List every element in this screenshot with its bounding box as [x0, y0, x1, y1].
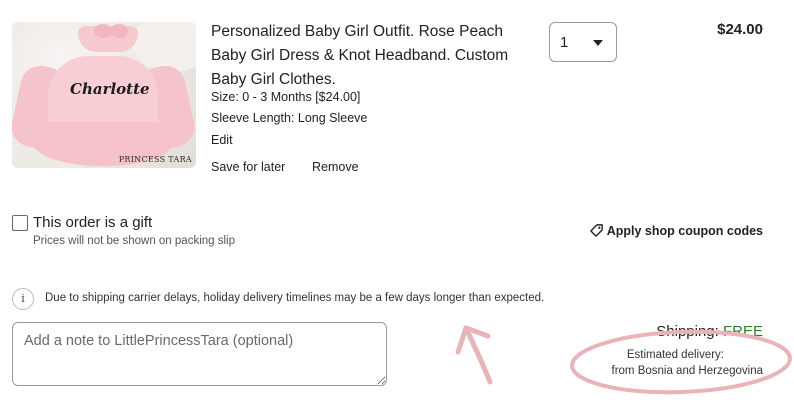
shipping-free: FREE — [722, 323, 763, 340]
product-size: Size: 0 - 3 Months [$24.00] — [211, 90, 361, 104]
shipping-line: Shipping: FREE — [656, 323, 763, 340]
apply-coupon-label: Apply shop coupon codes — [606, 224, 763, 238]
edit-link[interactable]: Edit — [211, 133, 233, 147]
apply-coupon-button[interactable]: Apply shop coupon codes — [589, 223, 763, 238]
gift-label[interactable]: This order is a gift — [33, 214, 152, 231]
item-price: $24.00 — [717, 21, 763, 38]
shipping-label: Shipping: — [656, 323, 723, 340]
annotation-arrow — [455, 325, 493, 385]
quantity-select[interactable]: 1 — [549, 22, 617, 62]
image-brand-text: PRINCESS TARA — [118, 155, 192, 164]
info-icon: i — [12, 288, 34, 310]
image-bow-right — [110, 24, 128, 38]
product-image[interactable]: Charlotte PRINCESS TARA — [12, 22, 196, 168]
shipping-delay-notice: Due to shipping carrier delays, holiday … — [45, 292, 545, 304]
estimated-delivery-from: from Bosnia and Herzegovina — [611, 365, 764, 377]
remove-button[interactable]: Remove — [312, 160, 359, 174]
caret-down-icon — [593, 40, 603, 46]
estimated-delivery-label: Estimated delivery: — [626, 349, 724, 361]
product-sleeve: Sleeve Length: Long Sleeve — [211, 111, 368, 125]
tag-icon — [589, 224, 603, 237]
gift-checkbox[interactable] — [12, 215, 28, 231]
gift-sublabel: Prices will not be shown on packing slip — [33, 235, 235, 247]
product-title[interactable]: Personalized Baby Girl Outfit. Rose Peac… — [211, 20, 541, 92]
save-for-later-button[interactable]: Save for later — [211, 160, 285, 174]
quantity-value: 1 — [560, 34, 569, 51]
seller-note-input[interactable] — [12, 322, 387, 386]
image-name-text: Charlotte — [70, 80, 150, 98]
